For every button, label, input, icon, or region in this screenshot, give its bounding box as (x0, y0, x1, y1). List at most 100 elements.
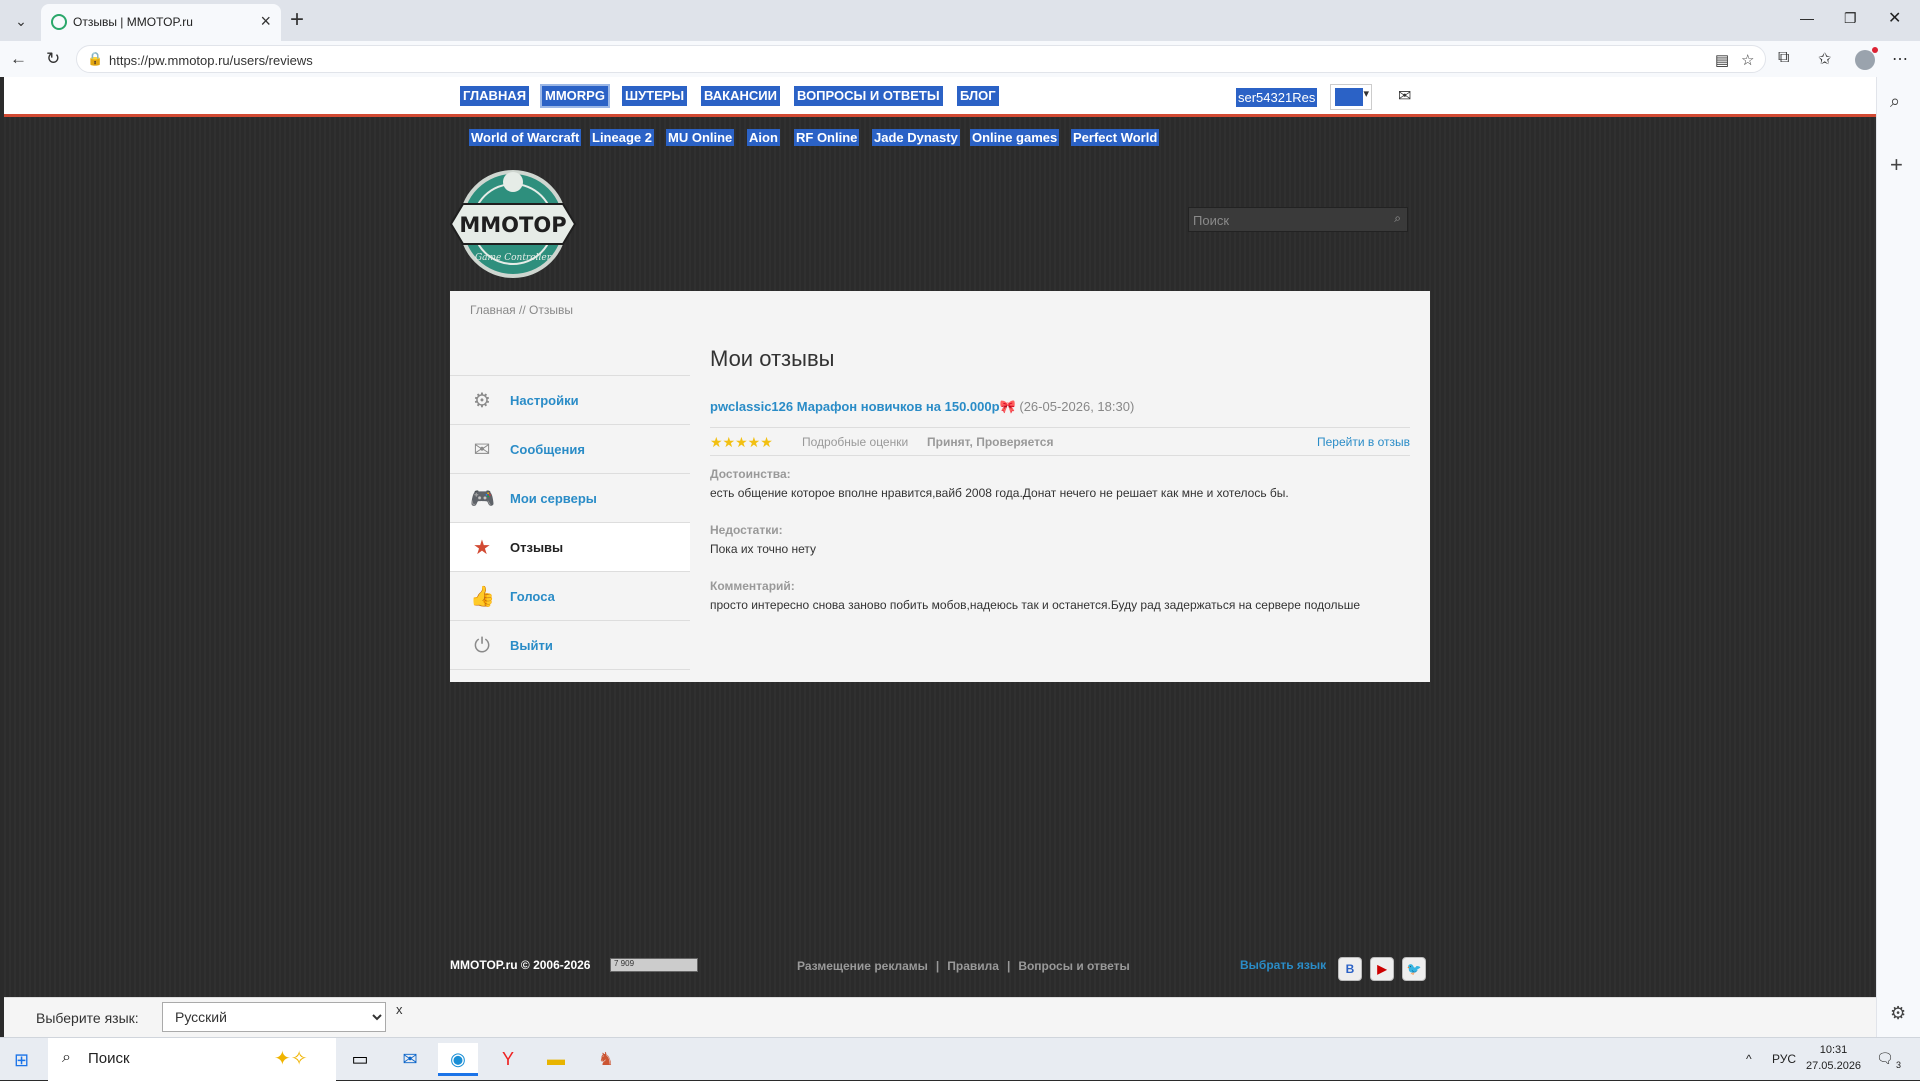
pros-text: есть общение которое вполне нравится,вай… (710, 486, 1289, 500)
footer-links: Размещение рекламы | Правила | Вопросы и отв… (797, 959, 1130, 973)
clock[interactable]: 10:31 27.05.2026 (1806, 1042, 1861, 1074)
sidebar-settings-icon[interactable]: ⚙ (1890, 1003, 1906, 1024)
comment-text: просто интересно снова заново побить моб… (710, 598, 1361, 612)
svg-text:Game Controller: Game Controller (475, 253, 552, 263)
yandex-browser-icon[interactable]: Y (488, 1043, 528, 1076)
language-select[interactable]: Русский (162, 1002, 386, 1032)
subnav-perfect-world[interactable]: Perfect World (1071, 129, 1160, 146)
page-title: Мои отзывы (710, 346, 835, 371)
windows-start-icon[interactable]: ⊞ (14, 1050, 29, 1071)
input-language[interactable]: РУС (1772, 1052, 1796, 1066)
task-view-icon[interactable]: ▭ (340, 1043, 380, 1076)
notifications-icon[interactable]: 🗨 (1876, 1050, 1894, 1067)
power-icon: ⏻ (474, 635, 490, 657)
menu-item-logout[interactable]: ⏻ Выйти (450, 621, 690, 670)
nav-vacancies[interactable]: ВАКАНСИИ (701, 86, 780, 106)
gamepad-icon: 🎮 (470, 488, 495, 510)
footer-link-ads[interactable]: Размещение рекламы (797, 959, 928, 973)
main-content: Главная // Отзывы ⚙ Настройки ✉ Сообщени… (450, 291, 1430, 682)
notification-count: 3 (1896, 1060, 1902, 1070)
close-language-bar[interactable]: x (396, 1002, 403, 1017)
tab-list-button[interactable]: ⌄ (8, 9, 34, 33)
subnav-online-games[interactable]: Online games (970, 129, 1060, 146)
address-bar-row: ← ↻ 🔒 https://pw.mmotop.ru/users/reviews… (0, 41, 1920, 77)
review-meta-row: ★★★★★ Подробные оценки Принят, Проверяет… (710, 432, 1410, 454)
menu-item-messages[interactable]: ✉ Сообщения (450, 425, 690, 474)
sidebar-search-icon[interactable]: ⌕ (1890, 91, 1900, 112)
nav-home[interactable]: ГЛАВНАЯ (460, 86, 530, 106)
footer-link-rules[interactable]: Правила (947, 959, 999, 973)
outlook-icon[interactable]: ✉ (390, 1043, 430, 1076)
menu-item-my-servers[interactable]: 🎮 Мои серверы (450, 474, 690, 523)
subnav-lineage2[interactable]: Lineage 2 (590, 129, 654, 146)
minimize-icon[interactable]: — (1800, 10, 1814, 26)
reload-icon[interactable]: ↻ (46, 49, 60, 69)
favorites-icon[interactable]: ✩ (1818, 49, 1831, 69)
subnav-mu-online[interactable]: MU Online (666, 129, 735, 146)
menu-item-label: Мои серверы (510, 491, 597, 506)
menu-item-reviews[interactable]: ★ Отзывы (450, 523, 690, 572)
goto-review-link[interactable]: Перейти в отзыв (1317, 435, 1410, 449)
visit-counter[interactable]: 7 909 (610, 958, 698, 972)
server-link[interactable]: pwclassic126 Марафон новичков на 150.000… (710, 399, 1016, 414)
nav-mmorpg[interactable]: MMORPG (540, 84, 610, 108)
divider (710, 427, 1410, 428)
browser-tab[interactable]: Отзывы | MMOTOP.ru × (41, 4, 281, 41)
file-explorer-icon[interactable]: ▬ (536, 1043, 576, 1076)
close-window-icon[interactable]: ✕ (1888, 8, 1901, 28)
twitter-icon[interactable]: 🐦 (1402, 957, 1426, 981)
pros-label: Достоинства: (710, 467, 791, 481)
new-tab-button[interactable]: + (290, 6, 304, 34)
youtube-icon[interactable]: ▶ (1370, 957, 1394, 981)
search-input[interactable] (1193, 211, 1383, 229)
url-field[interactable]: 🔒 https://pw.mmotop.ru/users/reviews ▤ ☆ (76, 45, 1766, 73)
tray-chevron-icon[interactable]: ^ (1746, 1052, 1752, 1066)
menu-item-label: Выйти (510, 638, 553, 653)
nav-shooters[interactable]: ШУТЕРЫ (622, 86, 688, 106)
menu-item-label: Отзывы (510, 540, 564, 555)
detailed-ratings-link[interactable]: Подробные оценки (802, 435, 908, 449)
vk-icon[interactable]: В (1338, 957, 1362, 981)
site-favicon-icon (51, 14, 67, 30)
tab-title: Отзывы | MMOTOP.ru (73, 15, 193, 29)
taskbar-search[interactable]: ⌕ Поиск ✦✧ (48, 1038, 336, 1081)
game-app-icon[interactable]: ♞ (586, 1043, 626, 1076)
language-bar: Выберите язык: Русский x (4, 997, 1876, 1037)
subnav-wow[interactable]: World of Warcraft (469, 129, 582, 146)
profile-avatar[interactable] (1855, 47, 1878, 70)
username-link[interactable]: ser54321Res (1236, 88, 1318, 107)
sidebar-add-icon[interactable]: + (1890, 152, 1903, 178)
close-tab-icon[interactable]: × (260, 11, 271, 32)
edge-browser-icon[interactable]: ◉ (438, 1043, 478, 1076)
subnav-aion[interactable]: Aion (747, 129, 780, 146)
reader-mode-icon[interactable]: ▤ (1715, 51, 1729, 69)
search-icon[interactable]: ⌕ (1394, 211, 1401, 226)
language-flag-dropdown[interactable] (1330, 84, 1372, 110)
svg-text:MMOTOP: MMOTOP (459, 213, 566, 237)
extensions-icon[interactable]: ⧉ (1778, 49, 1789, 67)
breadcrumb[interactable]: Главная // Отзывы (470, 303, 573, 317)
lock-icon: 🔒 (87, 51, 104, 66)
envelope-icon: ✉ (473, 439, 491, 461)
restore-icon[interactable]: ❐ (1844, 10, 1857, 27)
review-date: (26-05-2026, 18:30) (1019, 399, 1135, 414)
menu-item-label: Голоса (510, 589, 555, 604)
choose-language-link[interactable]: Выбрать язык (1240, 958, 1326, 972)
menu-item-votes[interactable]: 👍 Голоса (450, 572, 690, 621)
mmotop-logo[interactable]: MMOTOP Game Controller (449, 168, 577, 280)
cons-text: Пока их точно нету (710, 542, 817, 556)
url-text: https://pw.mmotop.ru/users/reviews (109, 53, 313, 68)
subnav-jade-dynasty[interactable]: Jade Dynasty (872, 129, 960, 146)
nav-blog[interactable]: БЛОГ (957, 86, 999, 106)
rating-stars-icon: ★★★★★ (710, 434, 773, 450)
more-menu-icon[interactable]: ⋯ (1892, 49, 1908, 69)
copyright: MMOTOP.ru © 2006-2026 (450, 958, 591, 972)
back-icon[interactable]: ← (10, 49, 27, 69)
favorite-star-icon[interactable]: ☆ (1741, 51, 1754, 69)
subnav-rf-online[interactable]: RF Online (794, 129, 860, 146)
mail-icon[interactable]: ✉ (1398, 86, 1411, 106)
windows-taskbar: ⊞ ⌕ Поиск ✦✧ ▭ ✉ ◉ Y ▬ ♞ ^ РУС 10:31 27.… (0, 1037, 1920, 1081)
nav-faq[interactable]: ВОПРОСЫ И ОТВЕТЫ (794, 86, 943, 106)
menu-item-settings[interactable]: ⚙ Настройки (450, 376, 690, 425)
footer-link-faq[interactable]: Вопросы и ответы (1018, 959, 1129, 973)
